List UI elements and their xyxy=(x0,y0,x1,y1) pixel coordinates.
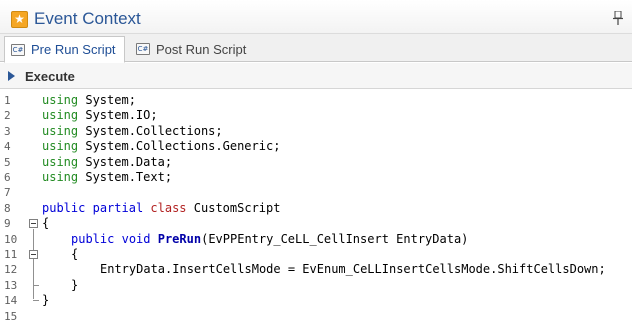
code-line: 6 using System.Text; xyxy=(0,170,632,185)
panel-title: Event Context xyxy=(34,9,141,28)
keyword: using xyxy=(42,154,79,169)
star-icon: ★ xyxy=(11,11,28,28)
line-number: 15 xyxy=(4,309,18,323)
code-text: System.Text; xyxy=(78,170,173,184)
code-text: System.Collections.Generic; xyxy=(78,139,281,154)
pin-icon[interactable] xyxy=(613,11,623,25)
script-tab-bar: C# Pre Run Script C# Post Run Script xyxy=(0,34,632,63)
line-number: 4 xyxy=(4,140,11,154)
code-line: 11 { xyxy=(0,247,632,262)
keyword: class xyxy=(150,200,187,215)
code-text: System.Data; xyxy=(78,154,173,169)
code-editor[interactable]: 1 using System; 2 using System.IO; 3 usi… xyxy=(0,90,632,329)
code-line: 13 } xyxy=(0,278,632,293)
code-line: 4 using System.Collections.Generic; xyxy=(0,139,632,154)
code-text: } xyxy=(71,277,79,292)
keyword: using xyxy=(42,93,79,107)
code-line: 3 using System.Collections; xyxy=(0,124,632,139)
tab-post-run-script[interactable]: C# Post Run Script xyxy=(130,36,254,62)
code-text: } xyxy=(42,293,50,308)
code-text: System.IO; xyxy=(78,108,158,123)
code-text: { xyxy=(71,247,79,261)
keyword: using xyxy=(42,170,79,184)
keyword: using xyxy=(42,108,79,123)
keyword: using xyxy=(42,139,79,154)
code-line: 5 using System.Data; xyxy=(0,155,632,170)
line-number: 11 xyxy=(4,248,18,261)
line-number: 8 xyxy=(4,201,11,215)
tab-label: Pre Run Script xyxy=(31,42,116,57)
code-line: 1 using System; xyxy=(0,93,632,108)
fold-end-marker xyxy=(33,300,39,301)
class-name: CustomScript xyxy=(193,200,281,215)
code-line: 8 public partial class CustomScript xyxy=(0,201,632,216)
code-text: System; xyxy=(78,93,136,107)
method-name: PreRun xyxy=(157,231,202,246)
execute-label: Execute xyxy=(25,68,75,84)
line-number: 9 xyxy=(4,217,11,231)
panel-title-bar: ★ Event Context xyxy=(0,0,632,34)
script-toolbar: Execute xyxy=(0,63,632,89)
fold-end-marker xyxy=(33,285,39,286)
fold-guide-line xyxy=(33,229,34,299)
csharp-file-icon: C# xyxy=(11,43,25,56)
keyword: using xyxy=(42,123,79,138)
keyword: void xyxy=(121,231,151,246)
code-line: 15 xyxy=(0,309,632,324)
line-number: 14 xyxy=(4,294,18,308)
line-number: 12 xyxy=(4,263,18,277)
line-number: 7 xyxy=(4,186,11,200)
tab-label: Post Run Script xyxy=(156,41,247,57)
line-number: 2 xyxy=(4,109,11,123)
line-number: 1 xyxy=(4,94,11,107)
code-text: System.Collections; xyxy=(78,123,223,138)
code-line: 14 } xyxy=(0,293,632,308)
collapse-toggle-icon[interactable] xyxy=(29,219,38,228)
code-line: 2 using System.IO; xyxy=(0,108,632,123)
collapse-toggle-icon[interactable] xyxy=(29,250,38,259)
execute-button[interactable]: Execute xyxy=(8,67,75,85)
method-params: (EvPPEntry_CeLL_CellInsert EntryData) xyxy=(201,231,469,246)
code-text: { xyxy=(42,216,50,231)
code-line: 12 EntryData.InsertCellsMode = EvEnum_Ce… xyxy=(0,262,632,277)
line-number: 5 xyxy=(4,155,11,169)
keyword: public xyxy=(42,200,86,215)
code-line: 9 { xyxy=(0,216,632,231)
line-number: 3 xyxy=(4,124,11,138)
code-text: EntryData.InsertCellsMode = EvEnum_CeLLI… xyxy=(100,262,606,277)
line-number: 13 xyxy=(4,278,18,292)
keyword: public xyxy=(71,231,115,246)
line-number: 6 xyxy=(4,171,11,184)
code-line: 7 xyxy=(0,185,632,200)
line-number: 10 xyxy=(4,232,18,246)
play-icon xyxy=(8,71,15,81)
tab-pre-run-script[interactable]: C# Pre Run Script xyxy=(4,36,125,63)
code-line: 10 public void PreRun(EvPPEntry_CeLL_Cel… xyxy=(0,232,632,247)
csharp-file-icon: C# xyxy=(136,43,150,55)
keyword: partial xyxy=(92,200,144,215)
